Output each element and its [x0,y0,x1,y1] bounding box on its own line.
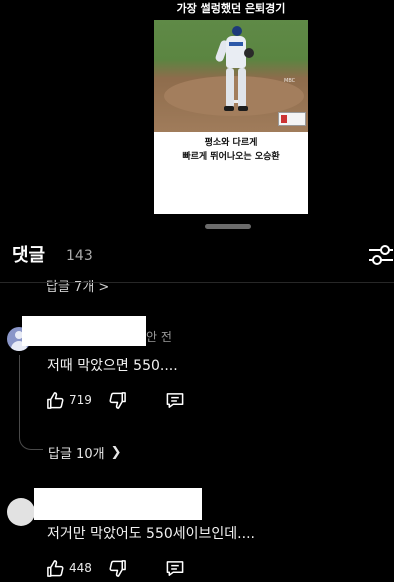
comment-time: 안 전 [146,330,172,344]
comments-title: 댓글 [12,245,46,266]
comment-text: 저거만 막았어도 550세이브인데.... [47,526,255,542]
thumbs-down-icon [108,559,127,578]
dislike-button[interactable] [108,390,127,410]
replies-label: 답글 10개 [48,447,105,462]
video-preview[interactable]: 가장 썰렁했던 은퇴경기 MBC 평소와 다르게 빠르게 뛰어나오는 오승환 [154,0,308,214]
thumbs-up-icon [46,391,65,410]
comments-count: 143 [66,248,93,264]
thumbs-up-icon [46,559,65,578]
redacted-username [22,316,146,346]
thumbs-down-icon [108,391,127,410]
caption-line-1: 평소와 다르게 [204,138,258,148]
sheet-drag-handle[interactable] [205,224,251,229]
redacted-username [34,488,202,520]
header-divider [0,282,394,283]
video-frame[interactable]: MBC [154,20,308,132]
avatar[interactable] [7,498,35,526]
comment-bubble-icon [165,391,185,410]
dislike-button[interactable] [108,558,127,578]
like-button[interactable]: 719 [46,390,92,410]
replies-link[interactable]: 답글 10개 ❯ [48,443,121,462]
like-count: 719 [69,393,92,407]
replies-link-partial[interactable]: 답글 7개 > [46,276,109,295]
pitcher-figure [214,26,254,112]
caption-line-2: 빠르게 뛰어나오는 오승환 [182,152,280,162]
thread-connector [19,355,43,450]
video-caption: 평소와 다르게 빠르게 뛰어나오는 오승환 [154,132,308,164]
like-button[interactable]: 448 [46,558,92,578]
like-count: 448 [69,561,92,575]
broadcaster-logo: MBC [284,78,296,84]
reply-button[interactable] [165,390,185,410]
chevron-right-icon: ❯ [110,445,122,460]
comment-text: 저때 막았으면 550.... [47,358,178,374]
comment-bubble-icon [165,559,185,578]
sort-filter-icon[interactable] [368,244,394,266]
scoreboard-badge [278,112,306,126]
reply-button[interactable] [165,558,185,578]
video-title: 가장 썰렁했던 은퇴경기 [154,0,308,20]
